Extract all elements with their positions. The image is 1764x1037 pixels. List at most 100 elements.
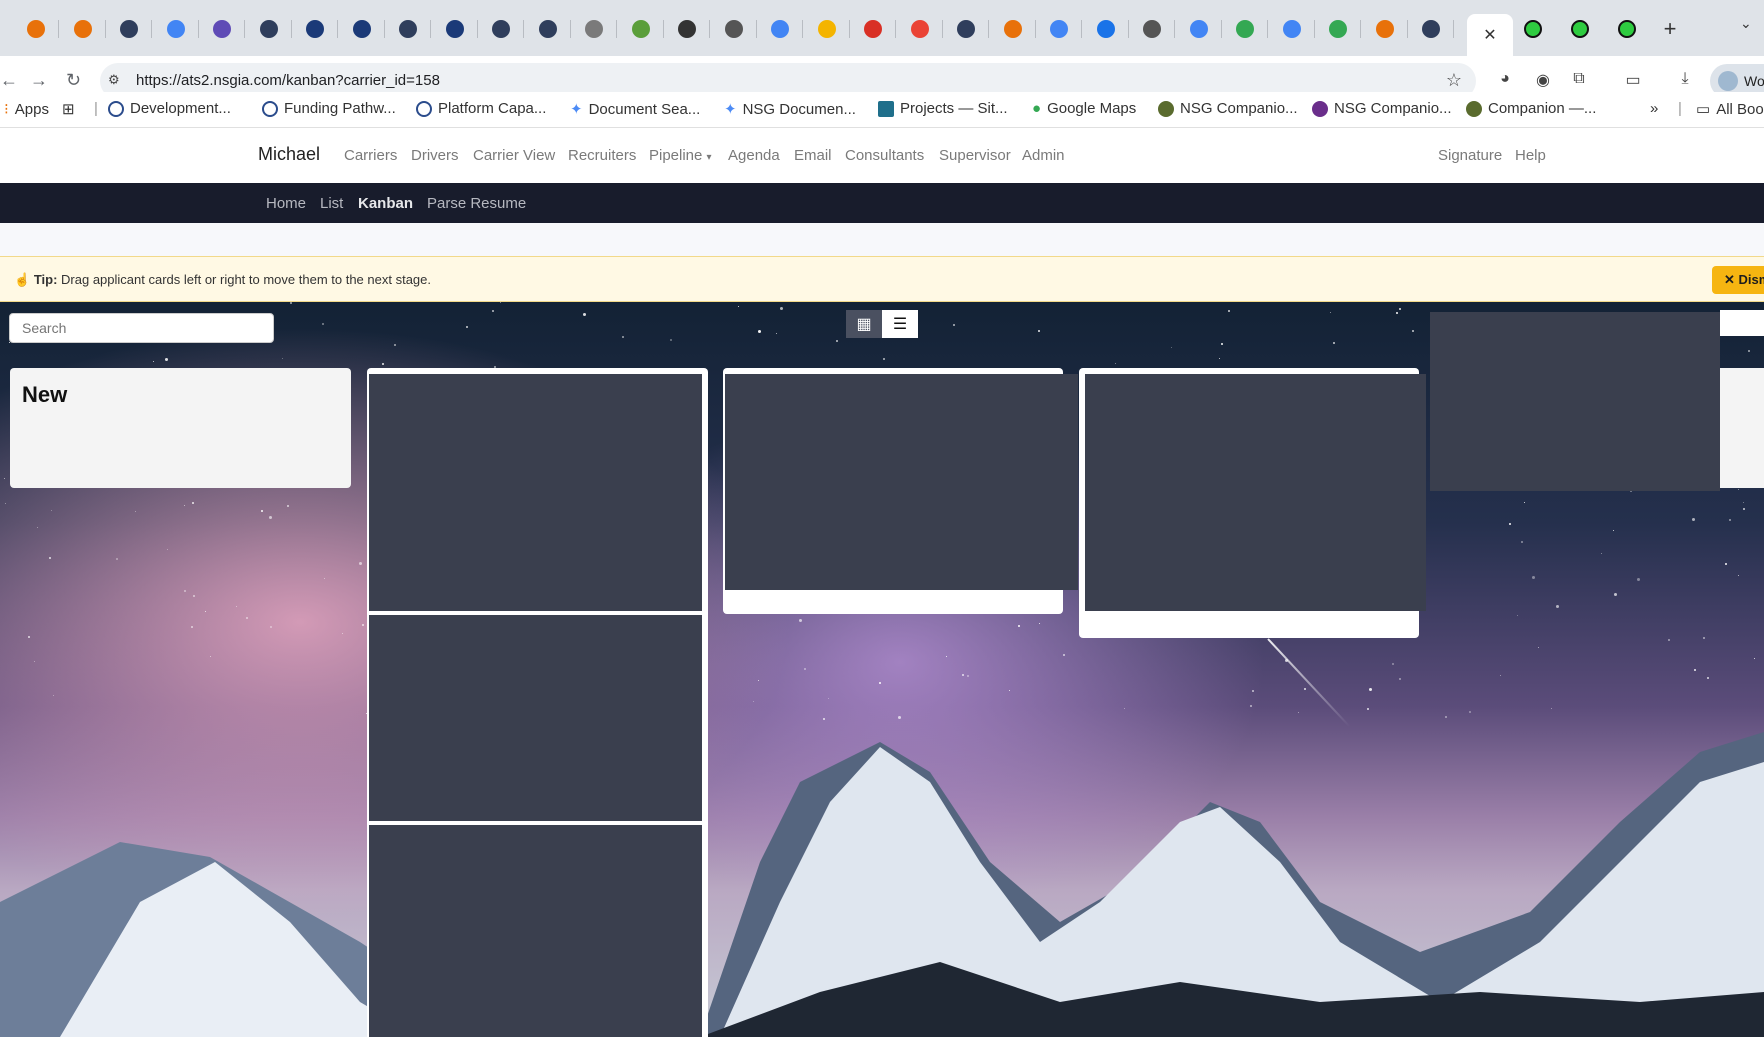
nav-help[interactable]: Help	[1515, 147, 1546, 164]
active-browser-tab[interactable]: ✕	[1467, 14, 1513, 56]
applicant-card[interactable]	[369, 374, 702, 611]
browser-tab[interactable]	[1086, 14, 1126, 44]
applicant-card[interactable]	[725, 374, 1078, 590]
forward-icon[interactable]: →	[30, 70, 48, 91]
browser-tab[interactable]	[621, 14, 661, 44]
subnav-kanban[interactable]: Kanban	[358, 195, 413, 212]
tab-separator	[1127, 20, 1129, 38]
tab-favicon-icon	[1571, 20, 1589, 38]
back-icon[interactable]: ←	[0, 70, 18, 91]
dismiss-tip-button[interactable]: ✕ Dism	[1712, 266, 1764, 294]
bookmark-document-search[interactable]: ✦ Document Sea...	[570, 100, 700, 119]
nav-signature[interactable]: Signature	[1438, 147, 1502, 164]
bookmark-platform[interactable]: Platform Capa...	[416, 100, 546, 117]
nav-carriers[interactable]: Carriers	[344, 147, 397, 164]
browser-tab[interactable]	[1365, 14, 1405, 44]
browser-tab[interactable]	[1411, 14, 1451, 44]
bookmark-nsg-documents[interactable]: ✦ NSG Documen...	[724, 100, 856, 119]
browser-tab[interactable]	[295, 14, 335, 44]
nav-pipeline-dropdown[interactable]: Pipeline ▾	[649, 147, 712, 164]
nav-admin[interactable]: Admin	[1022, 147, 1065, 164]
column-title: New	[22, 382, 68, 407]
bookmark-nsg-companion-2[interactable]: NSG Companio...	[1312, 100, 1452, 117]
new-tab-button[interactable]: +	[1656, 15, 1684, 43]
grid-view-icon[interactable]: ▦	[846, 310, 882, 338]
bookmark-development[interactable]: Development...	[108, 100, 231, 117]
reload-icon[interactable]: ↻	[66, 70, 81, 91]
browser-tab[interactable]	[63, 14, 103, 44]
downloads-icon[interactable]: ⤓	[1674, 70, 1696, 92]
browser-tab[interactable]	[1039, 14, 1079, 44]
extensions-puzzle-icon[interactable]: ⧉	[1568, 70, 1590, 92]
browser-tab[interactable]	[528, 14, 568, 44]
subnav-list[interactable]: List	[320, 195, 343, 212]
tab-search-chevron-icon[interactable]: ⌄	[1740, 15, 1752, 32]
subnav-home[interactable]: Home	[266, 195, 306, 212]
browser-tab[interactable]	[435, 14, 475, 44]
browser-tab[interactable]	[1513, 14, 1553, 44]
applicant-card[interactable]	[1085, 374, 1426, 611]
apps-grid-icon[interactable]: ⊞	[62, 100, 75, 118]
applicant-card[interactable]	[369, 825, 702, 1037]
browser-tab[interactable]	[853, 14, 893, 44]
browser-tab[interactable]	[16, 14, 56, 44]
browser-tab[interactable]	[574, 14, 614, 44]
extension-shield-icon[interactable]: ◉	[1532, 70, 1554, 92]
browser-tab[interactable]	[481, 14, 521, 44]
browser-tab[interactable]	[1560, 14, 1600, 44]
browser-tab[interactable]	[900, 14, 940, 44]
bookmark-label: Companion —...	[1488, 100, 1597, 117]
kanban-column-5	[1720, 368, 1764, 488]
applicant-card[interactable]	[369, 615, 702, 821]
browser-tab[interactable]	[202, 14, 242, 44]
caret-down-icon: ▾	[706, 152, 712, 163]
browser-tab[interactable]	[1179, 14, 1219, 44]
browser-tab[interactable]	[807, 14, 847, 44]
browser-tab[interactable]	[1225, 14, 1265, 44]
nav-carrier-view[interactable]: Carrier View	[473, 147, 555, 164]
bookmark-apps[interactable]: ⁝ Apps	[4, 100, 49, 119]
browser-tab[interactable]	[714, 14, 754, 44]
browser-tab[interactable]	[342, 14, 382, 44]
browser-tab[interactable]	[667, 14, 707, 44]
search-input[interactable]	[9, 313, 274, 343]
bookmark-companion[interactable]: Companion —...	[1466, 100, 1596, 117]
url-text[interactable]: https://ats2.nsgia.com/kanban?carrier_id…	[136, 72, 440, 89]
bookmark-star-icon[interactable]: ☆	[1446, 70, 1462, 91]
bookmark-nsg-companion-1[interactable]: NSG Companio...	[1158, 100, 1298, 117]
all-bookmarks-folder[interactable]: ▭ All Boo	[1696, 100, 1764, 119]
nav-agenda[interactable]: Agenda	[728, 147, 780, 164]
close-tab-icon[interactable]: ✕	[1483, 25, 1496, 45]
browser-tab[interactable]	[1132, 14, 1172, 44]
brand-name[interactable]: Michael	[258, 144, 320, 165]
reading-mode-icon[interactable]: ▭	[1622, 70, 1644, 92]
browser-tab[interactable]	[1607, 14, 1647, 44]
browser-tab[interactable]	[946, 14, 986, 44]
extension-color-icon[interactable]: ◕	[1494, 70, 1516, 92]
bookmark-funding[interactable]: Funding Pathw...	[262, 100, 396, 117]
tab-favicon-icon	[1236, 20, 1254, 38]
bookmarks-overflow-icon[interactable]: »	[1650, 100, 1658, 117]
bookmark-google-maps[interactable]: ● Google Maps	[1032, 100, 1136, 117]
browser-tab[interactable]	[388, 14, 428, 44]
browser-tab[interactable]	[993, 14, 1033, 44]
folder-icon: ▭	[1696, 101, 1711, 118]
list-view-icon[interactable]: ☰	[882, 310, 918, 338]
nav-drivers[interactable]: Drivers	[411, 147, 459, 164]
nav-email[interactable]: Email	[794, 147, 832, 164]
browser-tab[interactable]	[109, 14, 149, 44]
site-info-icon[interactable]: ⚙	[108, 72, 126, 90]
browser-tab[interactable]	[249, 14, 289, 44]
bookmark-projects[interactable]: Projects — Sit...	[878, 100, 1008, 117]
browser-tab[interactable]	[760, 14, 800, 44]
nav-consultants[interactable]: Consultants	[845, 147, 924, 164]
applicant-card-dragging[interactable]	[1430, 312, 1720, 491]
browser-tab[interactable]	[1272, 14, 1312, 44]
nav-recruiters[interactable]: Recruiters	[568, 147, 636, 164]
profile-label: Wo	[1744, 73, 1764, 89]
companion-icon	[1158, 100, 1174, 117]
subnav-parse-resume[interactable]: Parse Resume	[427, 195, 526, 212]
browser-tab[interactable]	[1318, 14, 1358, 44]
nav-supervisor[interactable]: Supervisor	[939, 147, 1011, 164]
browser-tab[interactable]	[156, 14, 196, 44]
